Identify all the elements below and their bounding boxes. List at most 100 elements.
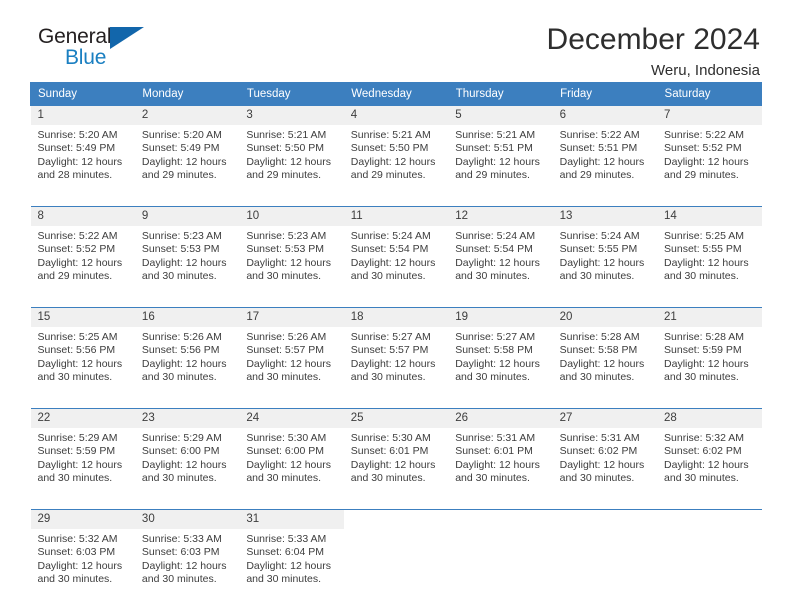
sunset-text: Sunset: 5:52 PM: [37, 243, 116, 256]
calendar-day-cell[interactable]: 9 Sunrise: 5:23 AM Sunset: 5:53 PM Daylight…: [134, 206, 240, 297]
calendar-day-cell[interactable]: 21 Sunrise: 5:28 AM Sunset: 5:59 PM Dayligh…: [657, 307, 762, 398]
day-number: 3: [239, 106, 344, 125]
daylight-text-line1: Daylight: 12 hours: [246, 559, 331, 572]
calendar-day-cell[interactable]: 19 Sunrise: 5:27 AM Sunset: 5:58 PM Dayligh…: [448, 307, 553, 398]
week-spacer: [30, 195, 762, 207]
day-number: 7: [657, 106, 762, 125]
calendar-day-cell[interactable]: 26 Sunrise: 5:31 AM Sunset: 6:01 PM Dayligh…: [448, 408, 553, 499]
calendar-day-cell[interactable]: 31 Sunrise: 5:33 AM Sunset: 6:04 PM Dayligh…: [239, 509, 344, 600]
day-details: Sunrise: 5:22 AM Sunset: 5:52 PM Daylight:…: [657, 125, 761, 183]
sunset-text: Sunset: 6:02 PM: [559, 445, 638, 458]
calendar-day-cell-empty: [552, 509, 658, 600]
daylight-text-line1: Daylight: 12 hours: [246, 357, 331, 370]
daylight-text-line1: Daylight: 12 hours: [455, 155, 540, 168]
daylight-text-line2: and 30 minutes.: [455, 371, 530, 384]
sunset-text: Sunset: 5:59 PM: [37, 445, 116, 458]
calendar-day-cell[interactable]: 15 Sunrise: 5:25 AM Sunset: 5:56 PM Dayligh…: [30, 307, 135, 398]
calendar-header-row: Sunday Monday Tuesday Wednesday Thursday…: [29, 82, 763, 106]
day-details: Sunrise: 5:25 AM Sunset: 5:56 PM Daylight:…: [31, 327, 135, 385]
calendar-day-cell[interactable]: 1 Sunrise: 5:20 AM Sunset: 5:49 PM Daylight…: [30, 105, 135, 196]
calendar-day-cell[interactable]: 24 Sunrise: 5:30 AM Sunset: 6:00 PM Dayligh…: [239, 408, 344, 499]
calendar-day-cell[interactable]: 17 Sunrise: 5:26 AM Sunset: 5:57 PM Dayligh…: [239, 307, 344, 398]
sunset-text: Sunset: 6:02 PM: [664, 445, 742, 458]
sunrise-text: Sunrise: 5:26 AM: [246, 331, 327, 343]
calendar-day-cell[interactable]: 7 Sunrise: 5:22 AM Sunset: 5:52 PM Daylight…: [657, 105, 762, 196]
day-number: [448, 510, 553, 529]
sunset-text: Sunset: 5:52 PM: [664, 142, 742, 155]
sunset-text: Sunset: 5:55 PM: [559, 243, 638, 256]
week-spacer-cell: [30, 296, 762, 308]
week-spacer: [30, 397, 762, 409]
daylight-text-line1: Daylight: 12 hours: [455, 256, 540, 269]
calendar-day-cell[interactable]: 12 Sunrise: 5:24 AM Sunset: 5:54 PM Dayligh…: [448, 206, 553, 297]
day-details: Sunrise: 5:33 AM Sunset: 6:03 PM Daylight:…: [135, 529, 239, 587]
calendar-day-cell[interactable]: 5 Sunrise: 5:21 AM Sunset: 5:51 PM Daylight…: [448, 105, 553, 196]
calendar-day-cell[interactable]: 2 Sunrise: 5:20 AM Sunset: 5:49 PM Daylight…: [134, 105, 240, 196]
day-details: Sunrise: 5:23 AM Sunset: 5:53 PM Daylight:…: [239, 226, 343, 284]
daylight-text-line1: Daylight: 12 hours: [246, 256, 331, 269]
calendar-day-cell[interactable]: 29 Sunrise: 5:32 AM Sunset: 6:03 PM Dayligh…: [30, 509, 135, 600]
sunset-text: Sunset: 5:57 PM: [350, 344, 429, 357]
sunrise-text: Sunrise: 5:32 AM: [664, 432, 744, 444]
calendar-day-cell-empty: [657, 509, 762, 600]
sunset-text: Sunset: 6:03 PM: [141, 546, 220, 559]
daylight-text-line2: and 30 minutes.: [246, 573, 322, 586]
logo-triangle-icon: [110, 27, 144, 49]
day-number: 27: [552, 409, 658, 428]
calendar-day-cell[interactable]: 6 Sunrise: 5:22 AM Sunset: 5:51 PM Daylight…: [552, 105, 658, 196]
daylight-text-line1: Daylight: 12 hours: [141, 458, 227, 471]
calendar-day-cell[interactable]: 10 Sunrise: 5:23 AM Sunset: 5:53 PM Dayligh…: [239, 206, 344, 297]
sunset-text: Sunset: 5:56 PM: [141, 344, 220, 357]
calendar-day-cell[interactable]: 3 Sunrise: 5:21 AM Sunset: 5:50 PM Daylight…: [239, 105, 344, 196]
day-number: 1: [30, 106, 135, 125]
week-spacer: [30, 296, 762, 308]
daylight-text-line1: Daylight: 12 hours: [559, 155, 645, 168]
day-number: 11: [343, 207, 449, 226]
calendar-day-cell[interactable]: 30 Sunrise: 5:33 AM Sunset: 6:03 PM Dayligh…: [134, 509, 240, 600]
calendar-day-cell[interactable]: 20 Sunrise: 5:28 AM Sunset: 5:58 PM Dayligh…: [552, 307, 658, 398]
calendar-day-cell[interactable]: 23 Sunrise: 5:29 AM Sunset: 6:00 PM Dayligh…: [134, 408, 240, 499]
calendar-page: General Blue December 2024 Weru, Indones…: [0, 0, 792, 612]
calendar-day-cell[interactable]: 22 Sunrise: 5:29 AM Sunset: 5:59 PM Dayligh…: [30, 408, 135, 499]
daylight-text-line2: and 30 minutes.: [664, 270, 739, 283]
sunrise-text: Sunrise: 5:21 AM: [350, 129, 431, 141]
calendar-day-cell[interactable]: 11 Sunrise: 5:24 AM Sunset: 5:54 PM Dayligh…: [343, 206, 449, 297]
sunrise-text: Sunrise: 5:20 AM: [37, 129, 118, 141]
day-details: Sunrise: 5:32 AM Sunset: 6:03 PM Daylight:…: [31, 529, 135, 587]
day-details: Sunrise: 5:22 AM Sunset: 5:51 PM Daylight:…: [553, 125, 657, 183]
sunset-text: Sunset: 6:01 PM: [350, 445, 429, 458]
daylight-text-line2: and 30 minutes.: [141, 573, 217, 586]
daylight-text-line2: and 30 minutes.: [350, 270, 426, 283]
generalblue-logo[interactable]: General Blue: [38, 26, 158, 72]
calendar-day-cell[interactable]: 8 Sunrise: 5:22 AM Sunset: 5:52 PM Daylight…: [30, 206, 135, 297]
sunrise-text: Sunrise: 5:27 AM: [455, 331, 536, 343]
calendar-day-cell[interactable]: 28 Sunrise: 5:32 AM Sunset: 6:02 PM Dayligh…: [657, 408, 762, 499]
calendar-day-cell[interactable]: 18 Sunrise: 5:27 AM Sunset: 5:57 PM Dayligh…: [343, 307, 449, 398]
calendar-day-cell[interactable]: 25 Sunrise: 5:30 AM Sunset: 6:01 PM Dayligh…: [343, 408, 449, 499]
daylight-text-line1: Daylight: 12 hours: [559, 256, 645, 269]
calendar-day-cell[interactable]: 27 Sunrise: 5:31 AM Sunset: 6:02 PM Dayligh…: [552, 408, 658, 499]
sunset-text: Sunset: 5:54 PM: [350, 243, 429, 256]
sunrise-text: Sunrise: 5:26 AM: [141, 331, 222, 343]
daylight-text-line1: Daylight: 12 hours: [246, 458, 331, 471]
sunrise-text: Sunrise: 5:21 AM: [455, 129, 536, 141]
calendar-day-cell[interactable]: 4 Sunrise: 5:21 AM Sunset: 5:50 PM Daylight…: [343, 105, 449, 196]
calendar-day-cell[interactable]: 13 Sunrise: 5:24 AM Sunset: 5:55 PM Dayligh…: [552, 206, 658, 297]
daylight-text-line1: Daylight: 12 hours: [37, 458, 123, 471]
sunrise-text: Sunrise: 5:31 AM: [455, 432, 536, 444]
calendar-week-row: 15 Sunrise: 5:25 AM Sunset: 5:56 PM Dayligh…: [30, 307, 762, 398]
sunset-text: Sunset: 5:51 PM: [559, 142, 638, 155]
calendar-day-cell[interactable]: 16 Sunrise: 5:26 AM Sunset: 5:56 PM Dayligh…: [134, 307, 240, 398]
day-details: Sunrise: 5:30 AM Sunset: 6:00 PM Daylight:…: [239, 428, 343, 486]
calendar-day-cell[interactable]: 14 Sunrise: 5:25 AM Sunset: 5:55 PM Dayligh…: [657, 206, 762, 297]
weekday-header-monday: Monday: [134, 82, 240, 106]
day-number: 5: [448, 106, 553, 125]
week-spacer-cell: [30, 195, 762, 207]
day-details: Sunrise: 5:26 AM Sunset: 5:56 PM Daylight:…: [135, 327, 239, 385]
day-number: 14: [657, 207, 762, 226]
sunrise-text: Sunrise: 5:25 AM: [37, 331, 118, 343]
day-number: [552, 510, 658, 529]
sunset-text: Sunset: 5:50 PM: [350, 142, 429, 155]
daylight-text-line1: Daylight: 12 hours: [350, 256, 436, 269]
sunset-text: Sunset: 5:53 PM: [141, 243, 220, 256]
